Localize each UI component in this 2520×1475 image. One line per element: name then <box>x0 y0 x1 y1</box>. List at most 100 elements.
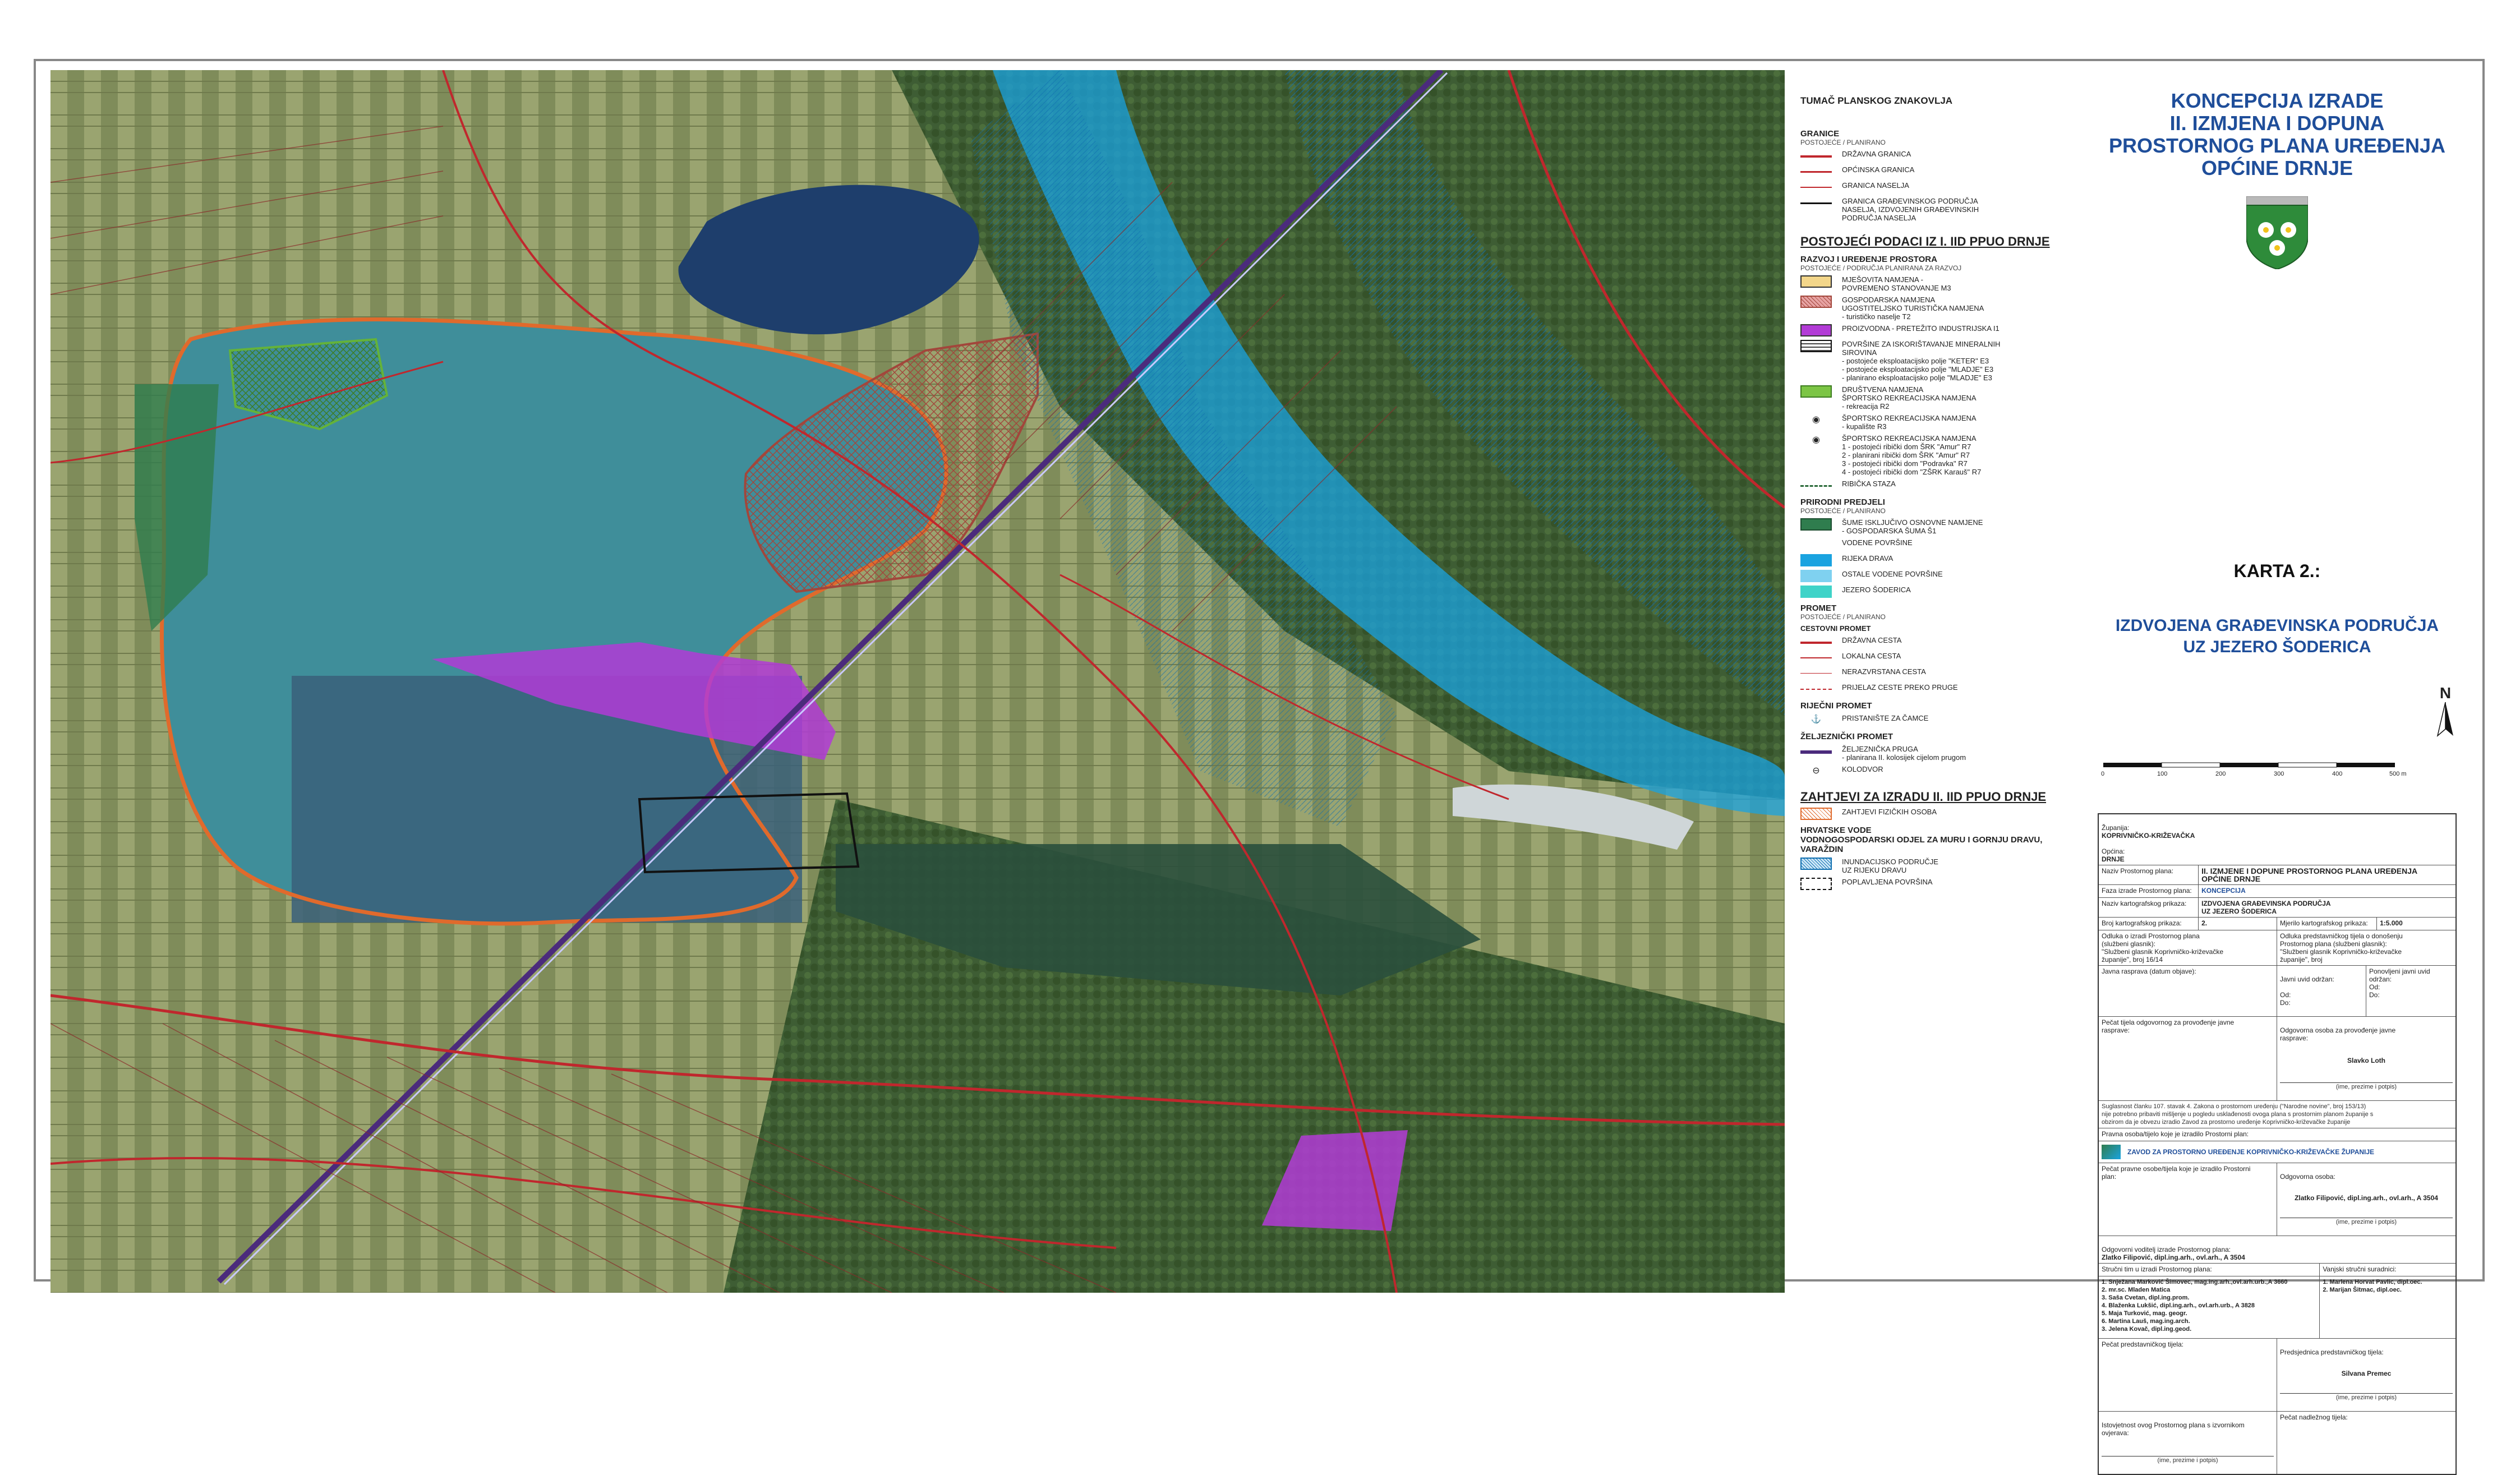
stamp-signatory: Slavko Loth <box>2347 1057 2385 1064</box>
legend-swatch <box>1800 570 1832 582</box>
north-arrow-icon <box>2436 702 2453 738</box>
stamp-label: Općina: <box>2102 847 2125 855</box>
legend-line-symbol <box>1800 480 1832 492</box>
legend-line-symbol <box>1800 652 1832 664</box>
legend-label: OSTALE VODENE POVRŠINE <box>1842 570 1943 578</box>
scale-tick: 200 <box>2215 771 2226 777</box>
legend-label: KOLODVOR <box>1842 765 1883 773</box>
legend-item: DRUŠTVENA NAMJENA ŠPORTSKO REKREACIJSKA … <box>1800 385 2086 411</box>
legend-line-symbol <box>1800 683 1832 695</box>
legend-label: LOKALNA CESTA <box>1842 652 1901 660</box>
legend-item: JEZERO ŠODERICA <box>1800 586 2086 598</box>
stamp-row: Pečat predstavničkog tijela: Predsjednic… <box>2099 1339 2455 1412</box>
legend-label: RIJEKA DRAVA <box>1842 554 1894 563</box>
north-arrow: N <box>2434 684 2457 745</box>
legend-label: DRŽAVNA GRANICA <box>1842 150 1911 158</box>
zavod-logo-icon <box>2102 1145 2121 1159</box>
stamp-label: Naziv kartografskog prikaza: <box>2099 898 2199 917</box>
stamp-label: Broj kartografskog prikaza: <box>2099 918 2199 930</box>
legend-label: INUNDACIJSKO PODRUČJE UZ RIJEKU DRAVU <box>1842 858 1938 874</box>
legend-label: ŽELJEZNIČKA PRUGA - planirana II. kolosi… <box>1842 745 1966 762</box>
legend-label: MJEŠOVITA NAMJENA - POVREMENO STANOVANJE… <box>1842 275 1951 292</box>
legend-line-symbol <box>1800 165 1832 178</box>
legend-granice-sub: POSTOJEĆE / PLANIRANO <box>1800 139 1886 146</box>
legend-label: NERAZVRSTANA CESTA <box>1842 667 1926 676</box>
legend-item: GRANICA GRAĐEVINSKOG PODRUČJA NASELJA, I… <box>1800 197 2086 222</box>
scale-tick: 500 m <box>2389 771 2407 777</box>
stamp-text: (ime, prezime i potpis) <box>2280 1393 2453 1402</box>
legend-item: ŽELJEZNIČKA PRUGA - planirana II. kolosi… <box>1800 745 2086 762</box>
legend-prirodni-heading: PRIRODNI PREDJELI <box>1800 497 1885 507</box>
stamp-row: 1. Snježana Marković Šimovec, mag.ing.ar… <box>2099 1276 2455 1339</box>
stamp-value: KOPRIVNIČKO-KRIŽEVAČKA <box>2102 832 2195 840</box>
stamp-text: Pečat nadležnog tijela: <box>2280 1413 2348 1421</box>
legend-line-symbol <box>1800 636 1832 648</box>
bathing-icon: ◉ <box>1812 415 1820 425</box>
legend-item: ⚓ PRISTANIŠTE ZA ČAMCE <box>1800 714 2086 726</box>
legend-item: RIJEKA DRAVA <box>1800 554 2086 566</box>
legend-item: OSTALE VODENE POVRŠINE <box>1800 570 2086 582</box>
stamp-label: Mjerilo kartografskog prikaza: <box>2277 918 2378 930</box>
stamp-value: 2. <box>2199 918 2277 930</box>
legend-swatch <box>1800 340 1832 352</box>
legend-zahtjevi-heading: ZAHTJEVI ZA IZRADU II. IID PPUO DRNJE <box>1800 790 2047 804</box>
scale-tick: 400 <box>2332 771 2343 777</box>
legend-cestovni-heading: CESTOVNI PROMET <box>1800 624 1871 633</box>
stamp-label: Vanjski stručni suradnici: <box>2323 1265 2397 1273</box>
legend-swatch <box>1800 858 1832 870</box>
legend-label: VODENE POVRŠINE <box>1842 538 1913 547</box>
stamp-row: Javna rasprava (datum objave): Javni uvi… <box>2099 966 2455 1017</box>
stamp-label: Naziv Prostornog plana: <box>2099 865 2199 884</box>
legend-item: ◉ ŠPORTSKO REKREACIJSKA NAMJENA 1 - post… <box>1800 434 2086 476</box>
stamp-row: Pečat tijela odgovornog za provođenje ja… <box>2099 1017 2455 1101</box>
legend-item: ⊖ KOLODVOR <box>1800 765 2086 777</box>
legend-item: GOSPODARSKA NAMJENA UGOSTITELJSKO TURIST… <box>1800 296 2086 321</box>
legend-blank <box>1800 538 1832 551</box>
stamp-text: (ime, prezime i potpis) <box>2280 1082 2453 1091</box>
legend-item: PROIZVODNA - PRETEŽITO INDUSTRIJSKA I1 <box>1800 324 2086 337</box>
legend-label: DRŽAVNA CESTA <box>1842 636 1902 644</box>
legend-label: GRANICA NASELJA <box>1842 181 1909 190</box>
stamp-row: Faza izrade Prostornog plana: KONCEPCIJA <box>2099 885 2455 898</box>
north-label: N <box>2439 684 2452 702</box>
legend-label: ZAHTJEVI FIZIČKIH OSOBA <box>1842 808 1937 816</box>
stamp-text: Pravna osoba/tijelo koje je izradilo Pro… <box>2102 1130 2249 1138</box>
legend-label: GOSPODARSKA NAMJENA UGOSTITELJSKO TURIST… <box>1842 296 1984 321</box>
map-canvas[interactable] <box>50 70 1785 1293</box>
legend-line-symbol <box>1800 181 1832 193</box>
stamp-text: (ime, prezime i potpis) <box>2280 1218 2453 1226</box>
legend-rijecni-heading: RIJEČNI PROMET <box>1800 701 1872 711</box>
stamp-row: Županija: KOPRIVNIČKO-KRIŽEVAČKA Općina:… <box>2099 814 2455 865</box>
legend-item: GRANICA NASELJA <box>1800 181 2086 193</box>
stamp-text: Suglasnost članku 107. stavak 4. Zakona … <box>2102 1103 2374 1126</box>
legend-item: ZAHTJEVI FIZIČKIH OSOBA <box>1800 808 2086 820</box>
legend-label: PROIZVODNA - PRETEŽITO INDUSTRIJSKA I1 <box>1842 324 2000 333</box>
legend-item: DRŽAVNA GRANICA <box>1800 150 2086 162</box>
stamp-text: Pečat pravne osobe/tijela koje je izradi… <box>2099 1163 2277 1236</box>
stamp-signatory: Silvana Premec <box>2341 1370 2392 1377</box>
legend-label: GRANICA GRAĐEVINSKOG PODRUČJA NASELJA, I… <box>1842 197 1979 222</box>
legend-swatch <box>1800 554 1832 566</box>
legend-item: MJEŠOVITA NAMJENA - POVREMENO STANOVANJE… <box>1800 275 2086 292</box>
legend-item: PRIJELAZ CESTE PREKO PRUGE <box>1800 683 2086 695</box>
stamp-text: Od: Do: <box>2280 991 2291 1007</box>
stamp-row: Suglasnost članku 107. stavak 4. Zakona … <box>2099 1101 2455 1128</box>
stamp-value: IZDVOJENA GRAĐEVINSKA PODRUČJA UZ JEZERO… <box>2201 900 2331 915</box>
legend-line-symbol <box>1800 745 1832 757</box>
stamp-label: Faza izrade Prostornog plana: <box>2099 885 2199 897</box>
legend-swatch <box>1800 518 1832 531</box>
stamp-text: Pečat tijela odgovornog za provođenje ja… <box>2099 1017 2277 1100</box>
stamp-value: DRNJE <box>2102 855 2125 863</box>
zavod-name: ZAVOD ZA PROSTORNO UREĐENJE KOPRIVNIČKO-… <box>2127 1148 2375 1156</box>
stamp-text: (ime, prezime i potpis) <box>2102 1456 2274 1464</box>
stamp-value: KONCEPCIJA <box>2201 887 2246 895</box>
orthophoto-map <box>50 70 1785 1293</box>
legend-label: ŠPORTSKO REKREACIJSKA NAMJENA 1 - postoj… <box>1842 434 1982 476</box>
legend-label: ŠPORTSKO REKREACIJSKA NAMJENA - kupališt… <box>1842 414 1977 431</box>
stamp-row: Pečat pravne osobe/tijela koje je izradi… <box>2099 1163 2455 1236</box>
legend-item: DRŽAVNA CESTA <box>1800 636 2086 648</box>
legend-swatch <box>1800 324 1832 337</box>
legend-label: OPĆINSKA GRANICA <box>1842 165 1915 174</box>
scale-tick: 100 <box>2157 771 2168 777</box>
legend-label: POVRŠINE ZA ISKORIŠTAVANJE MINERALNIH SI… <box>1842 340 2001 382</box>
